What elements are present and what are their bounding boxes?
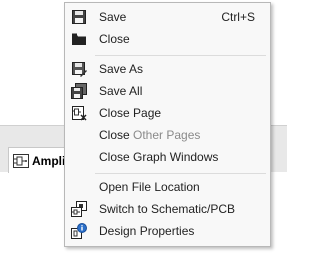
menu-item-close-graph-windows[interactable]: Close Graph Windows (66, 146, 269, 168)
menu-item-close-other-pages[interactable]: Close Other Pages (66, 124, 269, 146)
menu-item-save[interactable]: Save Ctrl+S (66, 6, 269, 28)
menu-item-design-properties-label: Design Properties (99, 224, 195, 238)
menu-separator (95, 173, 266, 174)
menu-item-save-shortcut: Ctrl+S (221, 10, 255, 24)
file-context-menu: Save Ctrl+S Close Save As Save All Close… (64, 2, 271, 247)
menu-item-save-all[interactable]: Save All (66, 80, 269, 102)
menu-item-save-label: Save (99, 10, 127, 24)
close-other-pages-prefix: Close (99, 128, 134, 142)
save-as-icon (72, 62, 87, 77)
menu-item-switch-to-schematic-pcb-label: Switch to Schematic/PCB (99, 202, 236, 216)
save-all-icon (71, 83, 87, 99)
close-page-icon (72, 106, 87, 121)
menu-item-switch-to-schematic-pcb[interactable]: Switch to Schematic/PCB (66, 198, 269, 220)
design-properties-icon (71, 223, 87, 239)
close-other-pages-suffix: Other Pages (133, 128, 201, 142)
schematic-document-icon (13, 153, 29, 168)
menu-item-close-other-pages-label: Close Other Pages (99, 128, 200, 142)
menu-item-close[interactable]: Close (66, 28, 269, 50)
menu-item-save-as-label: Save As (99, 62, 144, 76)
menu-item-open-file-location[interactable]: Open File Location (66, 176, 269, 198)
menu-separator (95, 55, 266, 56)
switch-schematic-pcb-icon (71, 201, 87, 217)
menu-item-design-properties[interactable]: Design Properties (66, 220, 269, 242)
menu-item-close-page-label: Close Page (99, 106, 162, 120)
menu-item-close-label: Close (99, 32, 130, 46)
menu-item-save-all-label: Save All (99, 84, 143, 98)
menu-item-close-graph-windows-label: Close Graph Windows (99, 150, 219, 164)
menu-item-save-as[interactable]: Save As (66, 58, 269, 80)
menu-item-close-page[interactable]: Close Page (66, 102, 269, 124)
menu-item-open-file-location-label: Open File Location (99, 180, 200, 194)
close-folder-icon (72, 33, 86, 45)
save-icon (72, 10, 86, 24)
